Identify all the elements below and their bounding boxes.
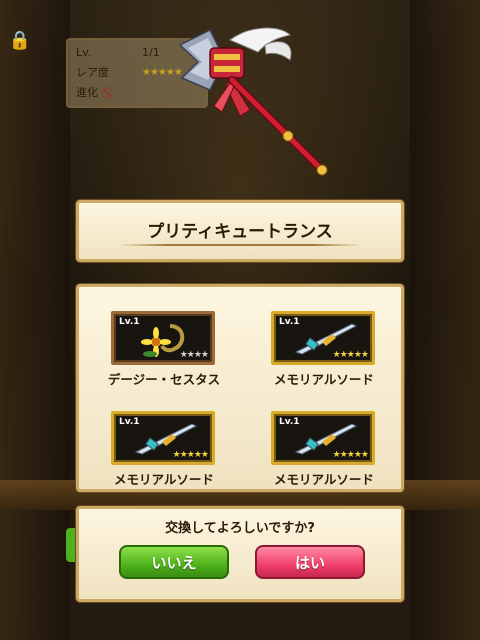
- item-card[interactable]: Lv.1 ★★★★★ メモリアルソード: [269, 411, 379, 497]
- item-level: Lv.1: [119, 317, 140, 327]
- background-pillar-left: [0, 0, 70, 640]
- evolve-row: 進化 ⃠: [76, 85, 110, 101]
- item-card[interactable]: Lv.1 ★★★★★ メモリアルソード: [269, 311, 379, 397]
- item-frame: Lv.1 ★★★★: [111, 311, 215, 365]
- evolve-label: 進化: [76, 86, 98, 99]
- dialog-title: プリティキュートランス: [147, 222, 333, 242]
- level-value: 1/1: [142, 46, 160, 59]
- rarity-label: レア度: [76, 66, 109, 79]
- item-frame: Lv.1 ★★★★★: [111, 411, 215, 465]
- item-stars: ★★★★★: [332, 350, 369, 360]
- level-row: Lv. 1/1: [76, 45, 160, 61]
- item-frame: Lv.1 ★★★★★: [271, 411, 375, 465]
- exchange-items-panel: Lv.1 ★★★★ デージー・セスタス Lv.1 ★★★★★ メモリアルソード …: [76, 284, 404, 492]
- axe-weapon-icon: [178, 27, 328, 176]
- item-stars: ★★★★★: [332, 450, 369, 460]
- item-card[interactable]: Lv.1 ★★★★ デージー・セスタス: [108, 311, 220, 397]
- rarity-row: レア度 ★★★★★: [76, 65, 183, 81]
- yes-button[interactable]: はい: [255, 545, 365, 579]
- lock-icon: 🔒: [8, 30, 32, 51]
- item-frame: Lv.1 ★★★★★: [271, 311, 375, 365]
- item-name: メモリアルソード: [114, 472, 214, 487]
- item-name: メモリアルソード: [274, 472, 374, 487]
- item-name: メモリアルソード: [274, 372, 374, 387]
- background-pillar-right: [410, 0, 480, 640]
- item-stars: ★★★★★: [172, 450, 209, 460]
- title-card: プリティキュートランス: [76, 200, 404, 262]
- confirm-question: 交換してよろしいですか?: [165, 521, 315, 536]
- item-name: デージー・セスタス: [107, 372, 221, 387]
- item-stars: ★★★★: [179, 350, 209, 360]
- no-button[interactable]: いいえ: [119, 545, 229, 579]
- title-underline: [119, 244, 361, 246]
- confirm-panel: 交換してよろしいですか? いいえ はい: [76, 506, 404, 602]
- item-card[interactable]: Lv.1 ★★★★★ メモリアルソード: [109, 411, 219, 497]
- level-label: Lv.: [76, 46, 92, 59]
